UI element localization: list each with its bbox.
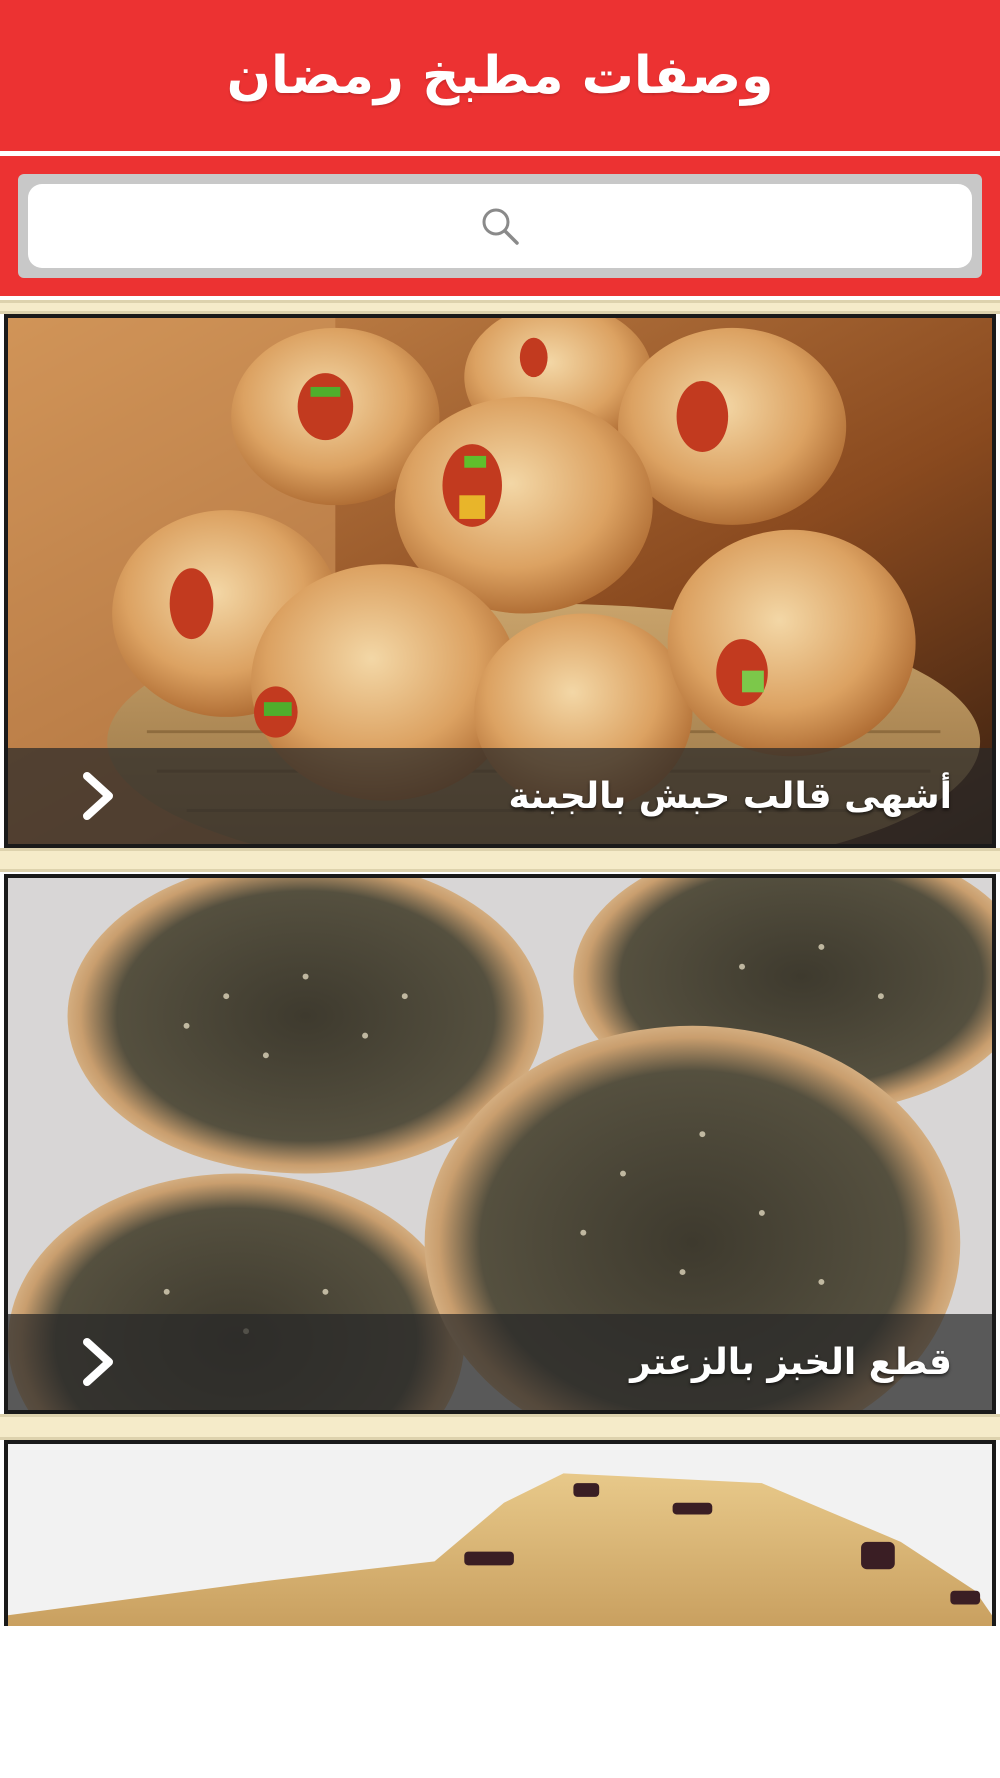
- search-frame: [18, 174, 982, 278]
- recipe-caption: قطع الخبز بالزعتر: [8, 1314, 992, 1410]
- chevron-right-icon: [78, 1338, 118, 1386]
- recipe-card[interactable]: [4, 1440, 996, 1626]
- app-title: وصفات مطبخ رمضان: [226, 45, 774, 106]
- search-input[interactable]: [28, 184, 972, 268]
- search-icon: [479, 205, 521, 247]
- recipe-card[interactable]: أشهى قالب حبش بالجبنة: [4, 314, 996, 848]
- search-bar: [0, 156, 1000, 296]
- divider: [0, 848, 1000, 872]
- divider: [0, 300, 1000, 314]
- recipe-caption: أشهى قالب حبش بالجبنة: [8, 748, 992, 844]
- chevron-right-icon: [78, 772, 118, 820]
- divider: [0, 1414, 1000, 1440]
- recipe-card[interactable]: قطع الخبز بالزعتر: [4, 874, 996, 1414]
- app-header: وصفات مطبخ رمضان: [0, 0, 1000, 154]
- app-screen: وصفات مطبخ رمضان أشهى قالب حبش بالجبنة ق…: [0, 0, 1000, 1778]
- recipe-title: أشهى قالب حبش بالجبنة: [508, 775, 953, 817]
- recipe-image: [8, 1444, 992, 1626]
- recipe-title: قطع الخبز بالزعتر: [630, 1341, 952, 1383]
